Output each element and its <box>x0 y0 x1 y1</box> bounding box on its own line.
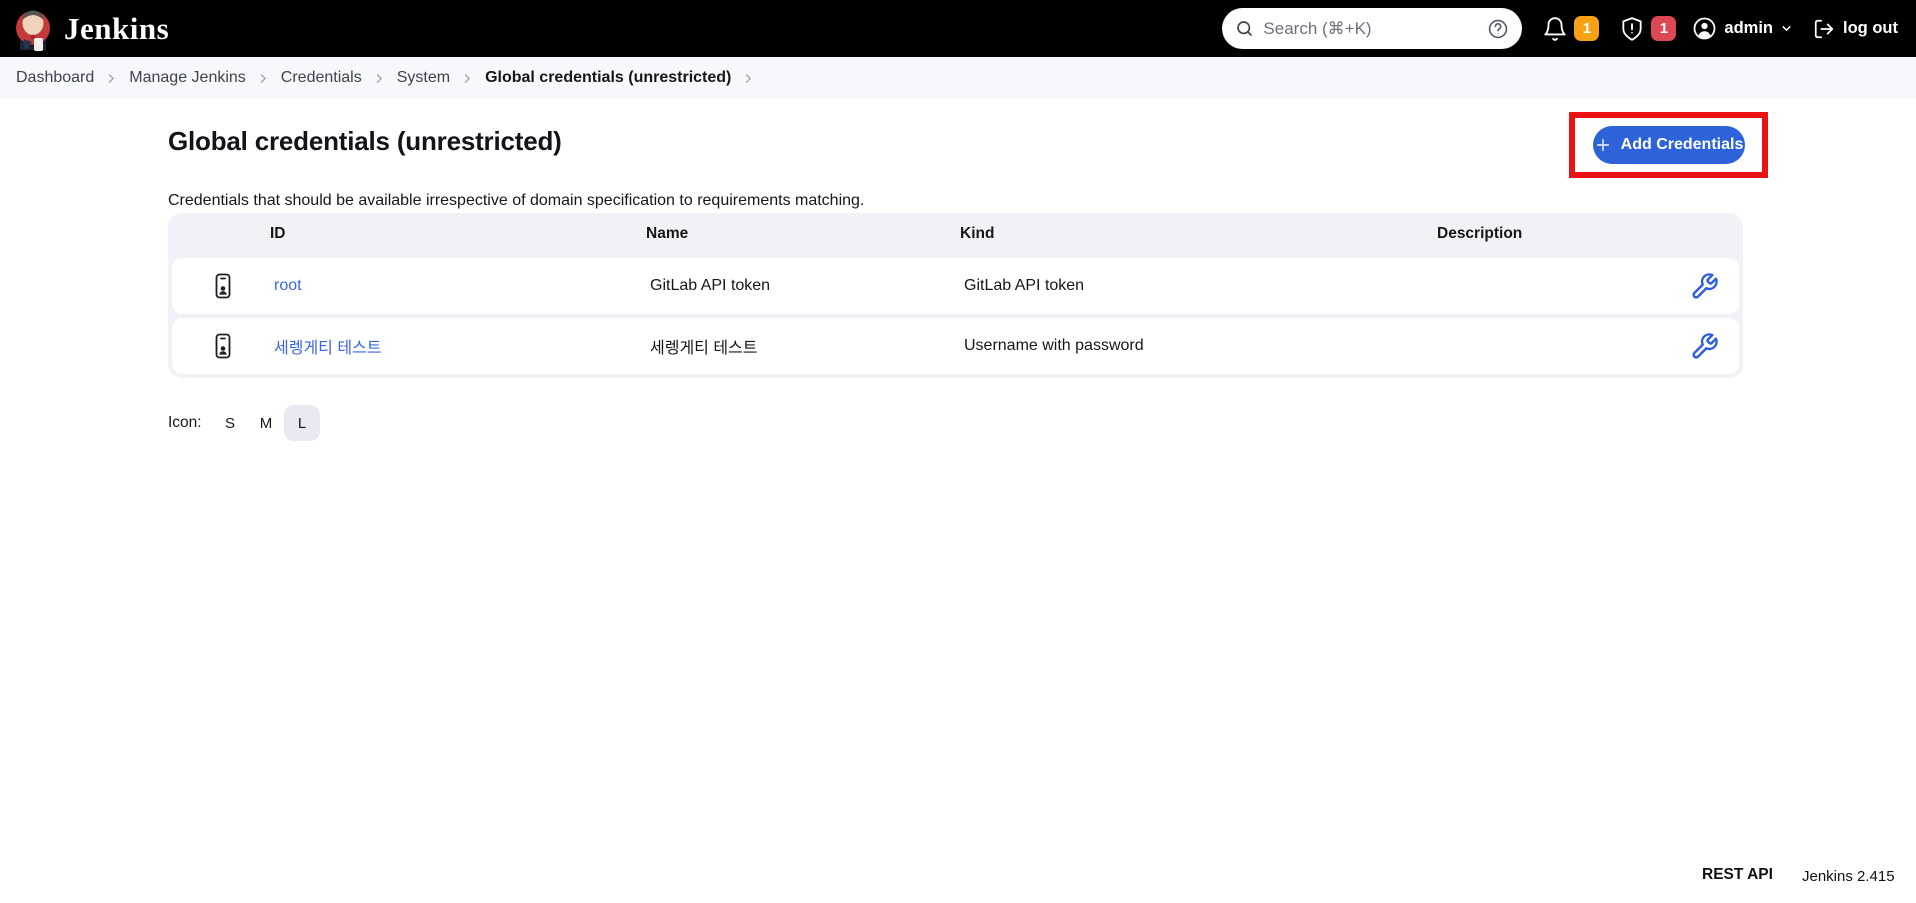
user-menu[interactable]: admin <box>1692 16 1793 41</box>
credentials-table: ID Name Kind Description root GitLab API… <box>168 213 1743 378</box>
column-header-description: Description <box>1437 224 1523 242</box>
add-credentials-label: Add Credentials <box>1620 136 1744 153</box>
brand-name: Jenkins <box>64 10 170 46</box>
credential-card-icon <box>215 333 231 359</box>
credential-id-link[interactable]: root <box>274 277 302 294</box>
rest-api-link[interactable]: REST API <box>1702 866 1773 884</box>
search-bar[interactable] <box>1222 8 1523 49</box>
icon-size-large-button[interactable]: L <box>284 405 320 441</box>
breadcrumb-item-dashboard[interactable]: Dashboard <box>16 69 94 87</box>
credential-kind: GitLab API token <box>964 277 1085 294</box>
bell-icon <box>1544 16 1567 41</box>
page-description: Credentials that should be available irr… <box>168 192 865 209</box>
breadcrumb-separator-icon <box>260 73 266 83</box>
breadcrumb-item-global-credentials[interactable]: Global credentials (unrestricted) <box>485 69 731 87</box>
logout-icon <box>1814 19 1834 38</box>
wrench-icon <box>1691 332 1718 359</box>
top-bar: Jenkins 1 <box>0 0 1916 57</box>
breadcrumb-separator-icon <box>376 73 382 83</box>
top-bar-controls: 1 1 admin <box>1222 8 1898 49</box>
jenkins-home-link[interactable]: Jenkins <box>12 6 169 52</box>
annotation-highlight-box: Add Credentials <box>1569 112 1768 178</box>
security-warnings-button[interactable]: 1 <box>1619 16 1677 42</box>
credential-kind: Username with password <box>964 337 1144 354</box>
breadcrumb-separator-icon <box>109 73 115 83</box>
configure-credential-button[interactable] <box>1690 272 1719 301</box>
search-input[interactable] <box>1263 18 1479 39</box>
breadcrumb-item-credentials[interactable]: Credentials <box>281 69 362 87</box>
breadcrumb-item-manage-jenkins[interactable]: Manage Jenkins <box>129 69 246 87</box>
credential-id-link[interactable]: 세렝게티 테스트 <box>274 340 382 357</box>
jenkins-butler-logo-icon <box>16 10 50 51</box>
icon-size-small-button[interactable]: S <box>212 405 248 441</box>
logout-label: log out <box>1843 19 1898 37</box>
icon-size-medium-button[interactable]: M <box>248 405 284 441</box>
search-icon <box>1237 21 1253 36</box>
shield-warning-icon <box>1622 16 1643 41</box>
wrench-icon <box>1691 272 1718 299</box>
breadcrumb-context-menu-icon[interactable] <box>742 72 755 85</box>
table-row-root: root GitLab API token GitLab API token <box>172 258 1739 314</box>
jenkins-version-link[interactable]: Jenkins 2.415 <box>1802 868 1895 885</box>
credential-card-icon <box>215 273 231 299</box>
table-header-row: ID Name Kind Description <box>168 213 1743 254</box>
user-avatar-icon <box>1694 17 1716 40</box>
search-help-icon[interactable] <box>1487 18 1509 40</box>
breadcrumb-separator-icon <box>464 73 470 83</box>
security-warnings-count-badge[interactable]: 1 <box>1651 16 1677 41</box>
icon-size-selector: Icon: S M L <box>168 405 320 441</box>
notifications-button[interactable]: 1 <box>1542 16 1600 42</box>
configure-credential-button[interactable] <box>1690 332 1719 361</box>
add-credentials-button[interactable]: Add Credentials <box>1592 126 1745 164</box>
notifications-count-badge[interactable]: 1 <box>1574 16 1600 41</box>
credential-name: 세렝게티 테스트 <box>650 340 758 357</box>
plus-icon <box>1596 138 1609 152</box>
column-header-name: Name <box>646 224 689 242</box>
column-header-kind: Kind <box>960 224 995 242</box>
credential-name: GitLab API token <box>650 277 771 294</box>
table-row-serengeti-test: 세렝게티 테스트 세렝게티 테스트 Username with password <box>172 318 1739 374</box>
column-header-id: ID <box>270 224 286 242</box>
breadcrumb-item-system[interactable]: System <box>397 69 450 87</box>
breadcrumb: Dashboard Manage Jenkins Credentials Sys… <box>0 57 1916 99</box>
chevron-down-icon <box>1782 26 1791 31</box>
user-name: admin <box>1724 19 1774 37</box>
jenkins-credentials-page: Jenkins 1 <box>0 0 1916 903</box>
page-title: Global credentials (unrestricted) <box>168 126 562 156</box>
icon-size-label: Icon: <box>168 414 202 431</box>
logout-button[interactable]: log out <box>1813 18 1898 40</box>
